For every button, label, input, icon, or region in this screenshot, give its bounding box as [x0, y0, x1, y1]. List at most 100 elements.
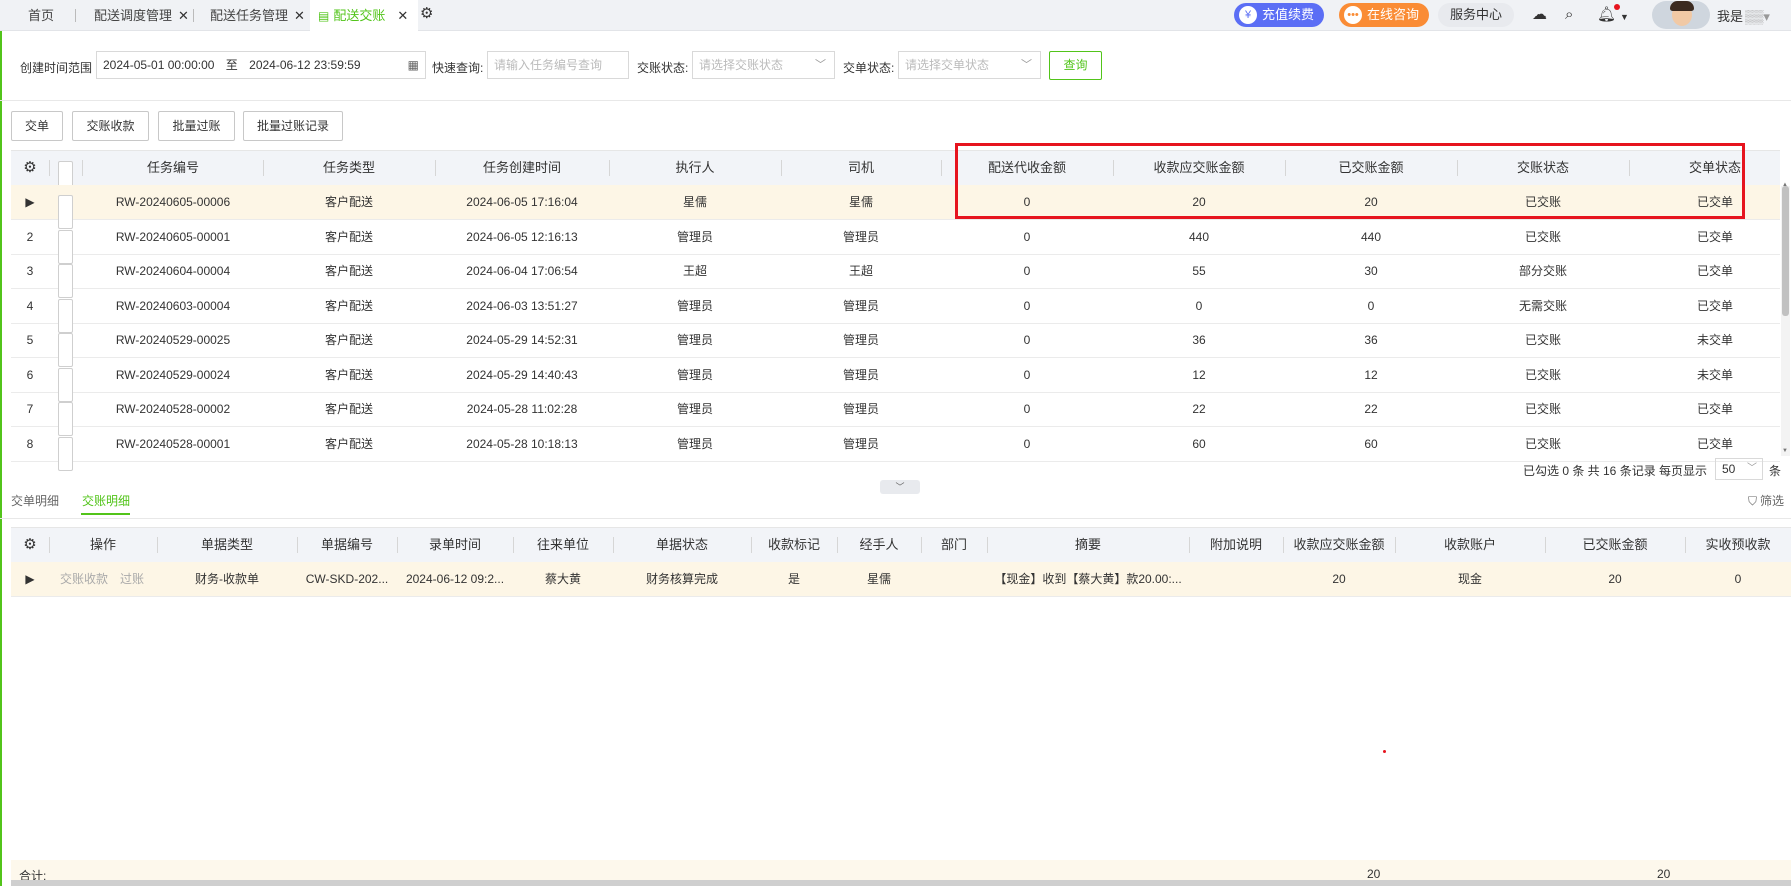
scrollbar-thumb[interactable] [1782, 186, 1789, 316]
table-row[interactable]: 4 RW-20240603-00004 客户配送 2024-06-03 13:51:2… [11, 289, 1780, 333]
cell-cod: 0 [1023, 436, 1031, 451]
avatar-hair [1670, 1, 1694, 11]
cell-time: 2024-05-28 10:18:13 [466, 436, 578, 451]
cell-exec: 管理员 [676, 229, 713, 244]
table-row[interactable]: 6 RW-20240529-00024 客户配送 2024-05-29 14:40:4… [11, 358, 1780, 402]
col-header-doc-status[interactable]: 单据状态 [613, 528, 751, 562]
bell-icon[interactable]: 🔔︎ [1597, 6, 1616, 24]
calendar-icon[interactable]: ▦ [408, 52, 419, 78]
col-header-doc-no[interactable]: 单据编号 [297, 528, 397, 562]
col-header-due-amount[interactable]: 收款应交账金额 [1283, 528, 1395, 562]
cell-type: 客户配送 [324, 195, 373, 209]
cell-department [921, 562, 987, 596]
cell-type: 客户配送 [324, 229, 373, 244]
cell-cod: 0 [1023, 264, 1031, 278]
col-header-entry-time[interactable]: 录单时间 [397, 528, 513, 562]
table-row[interactable]: 7 RW-20240528-00002 客户配送 2024-05-28 11:02:2… [11, 392, 1780, 436]
col-header-task-type[interactable]: 任务类型 [263, 151, 435, 185]
cell-driver: 星儒 [848, 195, 873, 209]
tab-dispatch-schedule[interactable]: 配送调度管理 ✕ [94, 0, 189, 31]
cell-time: 2024-06-05 12:16:13 [466, 229, 578, 244]
col-header-summary[interactable]: 摘要 [987, 528, 1189, 562]
tab-order-detail[interactable]: 交单明细 [11, 492, 59, 509]
avatar[interactable] [1652, 1, 1710, 29]
search-icon[interactable]: ⌕ [1565, 6, 1573, 24]
table-row[interactable]: 5 RW-20240529-00025 客户配送 2024-05-29 14:52:3… [11, 323, 1780, 367]
table-settings-gear-icon[interactable]: ⚙ [19, 151, 41, 185]
col-header-prepay[interactable]: 实收预收款 [1685, 528, 1791, 562]
chat-icon: ••• [1344, 6, 1362, 24]
tab-home[interactable]: 首页 [28, 0, 54, 31]
settle-receipt-link[interactable]: 交账收款 [57, 562, 111, 596]
cell-time: 2024-06-05 17:16:04 [466, 195, 578, 209]
date-range-input[interactable]: 2024-05-01 00:00:00 至 2024-06-12 23:59:5… [96, 51, 426, 79]
consult-label: 在线咨询 [1367, 7, 1420, 22]
service-label: 服务中心 [1450, 7, 1503, 22]
row-number: 2 [26, 229, 34, 244]
tab-dispatch-task[interactable]: 配送任务管理 ✕ [210, 0, 305, 31]
date-end: 2024-06-12 23:59:59 [249, 58, 361, 72]
gear-icon[interactable]: ⚙ [420, 5, 433, 23]
vertical-scrollbar[interactable] [1781, 186, 1790, 456]
cell-due-amount: 20 [1332, 572, 1346, 586]
detail-settings-gear-icon[interactable]: ⚙ [19, 528, 41, 562]
page-size-select[interactable]: 50 ﹀ [1715, 458, 1763, 480]
batch-post-button[interactable]: 批量过账 [158, 111, 235, 141]
col-header-receipt-flag[interactable]: 收款标记 [751, 528, 837, 562]
cell-acct: 已交账 [1524, 436, 1561, 451]
post-link[interactable]: 过账 [113, 562, 151, 596]
horizontal-scrollbar[interactable] [11, 880, 1791, 886]
cell-paid: 22 [1364, 402, 1378, 416]
col-header-paid-amount[interactable]: 已交账金额 [1545, 528, 1685, 562]
col-header-executor[interactable]: 执行人 [609, 151, 781, 185]
account-status-select[interactable]: 请选择交账状态 ﹀ [692, 51, 835, 79]
table-row[interactable]: ▶ 交账收款 过账 财务-收款单 CW-SKD-202... 2024-06-1… [11, 562, 1791, 597]
row-checkbox[interactable] [58, 436, 73, 471]
cell-driver: 管理员 [842, 367, 879, 382]
table-row[interactable]: 2 RW-20240605-00001 客户配送 2024-06-05 12:16:1… [11, 220, 1780, 264]
service-center-button[interactable]: 服务中心 [1438, 3, 1515, 27]
tab-delivery-settlement[interactable]: ▤ 配送交账 ✕ [310, 0, 419, 31]
cell-prepay: 0 [1734, 572, 1742, 586]
batch-post-record-button[interactable]: 批量过账记录 [243, 111, 343, 141]
collapse-panel-handle[interactable]: ﹀ [880, 480, 920, 494]
settle-receipt-button[interactable]: 交账收款 [72, 111, 149, 141]
col-header-partner[interactable]: 往来单位 [513, 528, 613, 562]
submit-order-button[interactable]: 交单 [11, 111, 63, 141]
col-header-handler[interactable]: 经手人 [837, 528, 921, 562]
cell-due: 0 [1195, 298, 1203, 313]
table-row[interactable]: 3 RW-20240604-00004 客户配送 2024-06-04 17:06:5… [11, 254, 1780, 298]
close-icon[interactable]: ✕ [397, 8, 408, 23]
cell-paid-amount: 20 [1608, 572, 1622, 586]
active-tab-indicator [81, 513, 130, 515]
cloud-download-icon[interactable]: ☁ [1532, 6, 1547, 24]
query-button[interactable]: 查询 [1049, 51, 1102, 80]
consult-button[interactable]: ••• 在线咨询 [1339, 3, 1430, 27]
order-status-select[interactable]: 请选择交单状态 ﹀ [898, 51, 1041, 79]
cell-order: 未交单 [1696, 333, 1733, 347]
col-header-note[interactable]: 附加说明 [1189, 528, 1283, 562]
tab-account-detail[interactable]: 交账明细 [82, 492, 130, 509]
task-no-search-input[interactable]: 请输入任务编号查询 [487, 51, 629, 79]
col-header-department[interactable]: 部门 [921, 528, 987, 562]
chevron-down-icon[interactable]: ▼ [1620, 8, 1629, 26]
user-name[interactable]: 我是 ▒▒▾ [1717, 6, 1770, 25]
cell-exec: 管理员 [676, 298, 713, 313]
detail-table: ⚙ 操作 单据类型 单据编号 录单时间 往来单位 单据状态 收款标记 经手人 部… [11, 527, 1791, 597]
chevron-down-icon: ﹀ [1021, 59, 1032, 71]
cell-exec: 管理员 [676, 402, 713, 416]
col-header-create-time[interactable]: 任务创建时间 [435, 151, 609, 185]
scroll-down-icon[interactable]: ▼ [1782, 448, 1788, 454]
col-header-driver[interactable]: 司机 [781, 151, 941, 185]
close-icon[interactable]: ✕ [294, 8, 305, 23]
close-icon[interactable]: ✕ [178, 8, 189, 23]
col-header-task-no[interactable]: 任务编号 [83, 151, 263, 185]
cell-paid: 36 [1364, 333, 1378, 347]
cell-paid: 12 [1364, 367, 1378, 382]
col-header-doc-type[interactable]: 单据类型 [157, 528, 297, 562]
recharge-button[interactable]: ¥ 充值续费 [1234, 3, 1325, 27]
table-row[interactable]: 8 RW-20240528-00001 客户配送 2024-05-28 10:18:1… [11, 427, 1780, 471]
filter-button[interactable]: ⛉ 筛选 [1748, 492, 1784, 509]
col-header-account[interactable]: 收款账户 [1395, 528, 1545, 562]
scroll-up-icon[interactable]: ▲ [1782, 182, 1788, 188]
